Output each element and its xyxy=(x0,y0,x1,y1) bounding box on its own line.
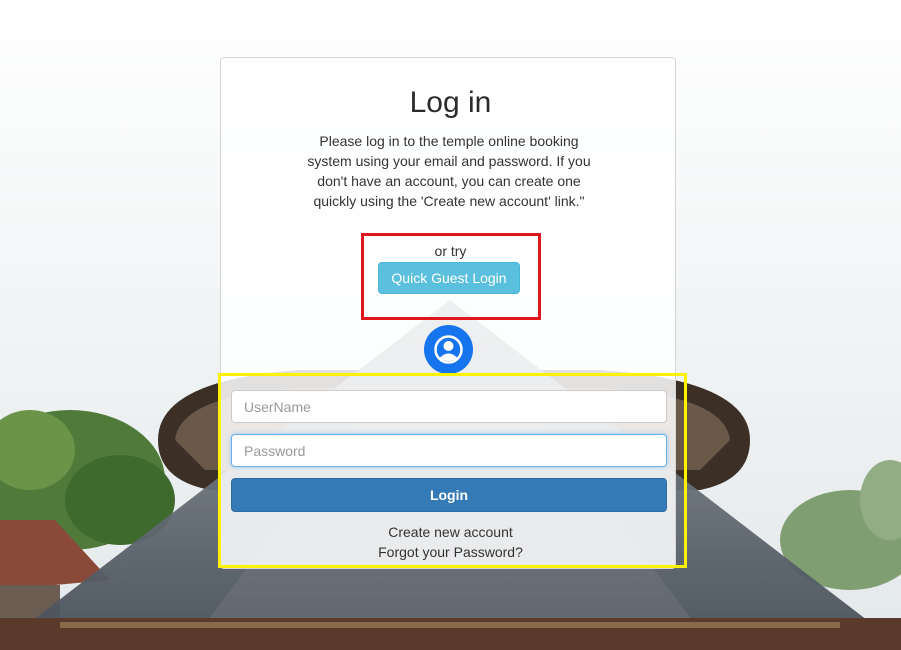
login-form-highlight xyxy=(218,373,687,568)
page-title: Log in xyxy=(409,86,492,119)
user-avatar-icon xyxy=(424,325,473,374)
guest-login-highlight xyxy=(361,233,541,320)
intro-text: Please log in to the temple online booki… xyxy=(307,133,591,209)
